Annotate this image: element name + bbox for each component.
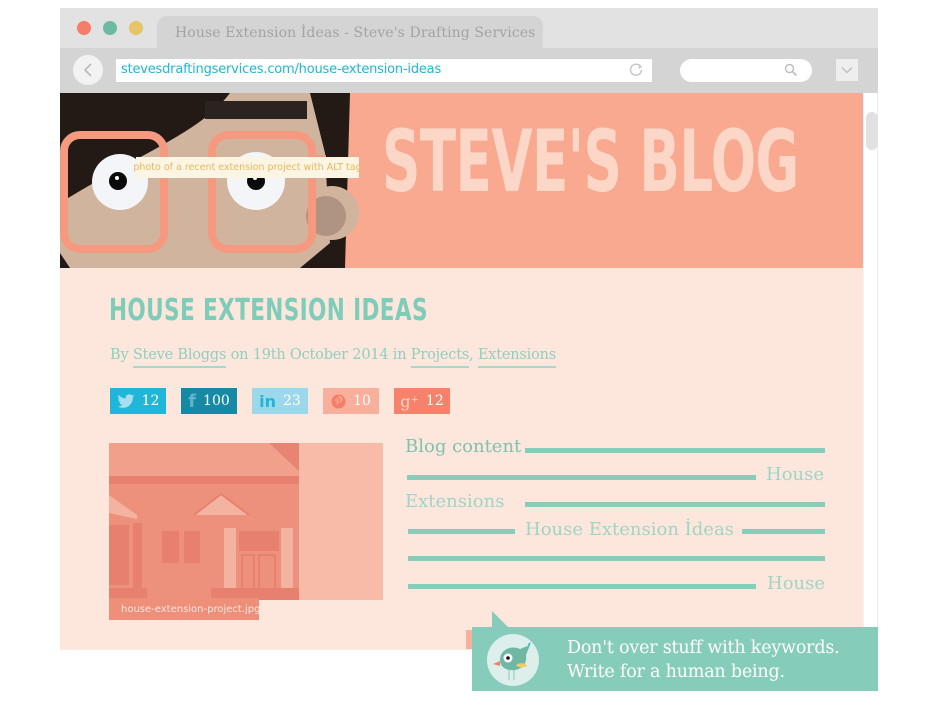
- steve-avatar-illustration: [60, 93, 359, 268]
- blog-content-illustration: Blog content House Extensions House Exte…: [405, 438, 825, 608]
- bird-icon: [487, 634, 539, 686]
- tip-line-1: Don't over stuff with keywords.: [567, 638, 840, 658]
- text-line: [407, 475, 756, 480]
- extension-project-photo: [109, 443, 383, 600]
- browser-toolbar: stevesdraftingservices.com/house-extensi…: [60, 48, 878, 93]
- callout-pointer: [492, 611, 508, 627]
- facebook-count: 100: [203, 393, 230, 409]
- maximize-window-button[interactable]: [129, 21, 143, 35]
- share-button-pinterest[interactable]: 10: [323, 388, 379, 414]
- url-text: stevesdraftingservices.com/house-extensi…: [121, 62, 442, 77]
- byline-separator: ,: [469, 347, 478, 363]
- byline-date: on 19th October 2014 in: [226, 347, 411, 363]
- byline-prefix: By: [110, 347, 133, 363]
- category-link-extensions[interactable]: Extensions: [477, 347, 556, 368]
- vertical-scrollbar[interactable]: [863, 93, 878, 650]
- keyword-house: House: [767, 573, 826, 594]
- browser-window: House Extension İdeas - Steve's Drafting…: [60, 8, 878, 650]
- share-button-google-plus[interactable]: g⁺ 12: [394, 388, 450, 414]
- minimize-window-button[interactable]: [103, 21, 117, 35]
- image-alt-tag-label: photo of a recent extension project with…: [133, 157, 362, 178]
- back-button[interactable]: [73, 55, 103, 85]
- chevron-down-icon: [841, 67, 853, 74]
- share-buttons: 12 f 100 in 23 10 g⁺ 12: [110, 388, 450, 414]
- text-line: [525, 448, 825, 453]
- share-button-twitter[interactable]: 12: [110, 388, 166, 414]
- post-title: HOUSE EXTENSION IDEAS: [109, 293, 428, 328]
- google-plus-count: 12: [425, 393, 444, 409]
- share-button-facebook[interactable]: f 100: [181, 388, 237, 414]
- search-icon[interactable]: [784, 63, 798, 77]
- title-bar: House Extension İdeas - Steve's Drafting…: [60, 8, 878, 50]
- search-input[interactable]: [680, 59, 812, 82]
- close-window-button[interactable]: [77, 21, 91, 35]
- pinterest-icon: [331, 393, 346, 409]
- google-plus-icon: g⁺: [400, 391, 419, 411]
- house-illustration: [109, 443, 383, 600]
- reload-icon[interactable]: [628, 62, 644, 78]
- share-button-linkedin[interactable]: in 23: [252, 388, 308, 414]
- linkedin-icon: in: [259, 391, 277, 411]
- pinterest-count: 10: [353, 393, 371, 409]
- menu-dropdown-button[interactable]: [836, 59, 858, 81]
- tip-line-2: Write for a human being.: [567, 662, 785, 682]
- author-link[interactable]: Steve Bloggs: [132, 347, 226, 368]
- keyword-house-extension-ideas: House Extension İdeas: [525, 519, 734, 540]
- tab-title: House Extension İdeas - Steve's Drafting…: [175, 25, 536, 41]
- image-filename-label: house-extension-project.jpg: [109, 598, 260, 620]
- text-line: [408, 556, 825, 561]
- blog-title: STEVE'S BLOG: [382, 112, 799, 212]
- keyword-house: House: [766, 464, 825, 485]
- facebook-icon: f: [188, 390, 197, 412]
- category-link-projects[interactable]: Projects: [410, 347, 469, 368]
- tip-text: Don't over stuff with keywords. Write fo…: [567, 636, 840, 684]
- page-viewport: STEVE'S BLOG HOUSE EXTENSION IDEAS By St…: [60, 93, 863, 650]
- scrollbar-thumb[interactable]: [866, 112, 878, 150]
- text-line: [408, 584, 756, 589]
- seo-tip-callout: Don't over stuff with keywords. Write fo…: [472, 627, 878, 691]
- blog-header-banner: STEVE'S BLOG: [60, 93, 863, 268]
- post-byline: By Steve Bloggs on 19th October 2014 in …: [110, 347, 556, 368]
- chevron-left-icon: [83, 63, 92, 77]
- linkedin-count: 23: [283, 393, 301, 409]
- keyword-extensions: Extensions: [405, 491, 505, 512]
- twitter-icon: [117, 393, 134, 408]
- address-bar[interactable]: stevesdraftingservices.com/house-extensi…: [116, 59, 652, 82]
- twitter-count: 12: [141, 393, 160, 409]
- browser-tab[interactable]: House Extension İdeas - Steve's Drafting…: [157, 16, 543, 50]
- keyword-blog-content: Blog content: [405, 436, 522, 457]
- text-line: [408, 529, 515, 534]
- text-line: [525, 502, 825, 507]
- text-line: [742, 529, 825, 534]
